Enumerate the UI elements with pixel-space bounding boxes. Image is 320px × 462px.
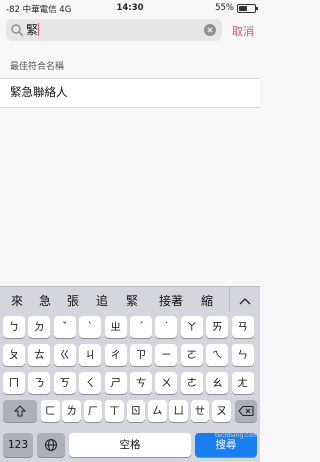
text-caret — [38, 23, 40, 36]
search-input[interactable]: 緊 — [6, 19, 222, 41]
keyboard-key[interactable]: ㄝ — [190, 400, 210, 422]
keyboard-key[interactable]: ㄙ — [148, 400, 167, 422]
backspace-key[interactable] — [235, 400, 257, 422]
keyboard-key[interactable]: ㄒ — [105, 400, 124, 422]
keyboard-key[interactable]: ㄍ — [53, 344, 76, 366]
keyboard-key[interactable]: ㄋ — [28, 372, 51, 394]
keyboard-key[interactable]: ㄗ — [130, 344, 152, 366]
keyboard-key[interactable]: ㄌ — [62, 400, 81, 422]
chevron-up-icon — [239, 297, 251, 304]
candidate-item[interactable]: 追 — [91, 292, 113, 309]
cancel-button[interactable]: 取消 — [232, 23, 254, 39]
keyboard-key[interactable]: ㄅ — [3, 316, 25, 338]
section-header: 最佳符合名稱 — [10, 62, 65, 72]
result-item[interactable]: 緊急聯絡人 — [0, 78, 260, 108]
candidate-bar: 來 急 張 追 緊 接著 縮 — [0, 286, 260, 313]
keyboard-key[interactable]: ㄊ — [28, 344, 51, 366]
keyboard-key[interactable]: ㄓ — [104, 316, 127, 338]
keyboard-key[interactable]: ㄧ — [155, 344, 178, 366]
space-key[interactable]: 空格 — [69, 433, 191, 457]
keyboard-key[interactable]: ㄟ — [206, 344, 229, 366]
zhuyin-keyboard: ㄅㄉ ˇ ˋ ㄓ ˊ ˙ ㄚㄞㄢㄆㄊㄍㄐㄔㄗㄧㄛㄟㄣㄇㄋㄎㄑㄕㄘㄨㄜㄠㄤㄈㄌㄏㄒㄖㄙㄩㄝㄡ … — [0, 312, 260, 462]
search-icon — [11, 24, 24, 37]
status-bar: -82 中華電信 4G 14:30 55% — [0, 0, 260, 16]
keyboard-key[interactable]: ㄨ — [155, 372, 178, 394]
keyboard-key[interactable]: ㄩ — [169, 400, 188, 422]
candidate-item[interactable]: 急 — [34, 292, 56, 309]
clear-icon[interactable] — [204, 24, 216, 36]
keyboard-key[interactable]: ㄆ — [3, 344, 25, 366]
keyboard-key[interactable]: ㄇ — [3, 372, 25, 394]
keyboard-key[interactable]: ㄚ — [180, 316, 203, 338]
keyboard-key[interactable]: ㄕ — [104, 372, 127, 394]
keyboard-key[interactable]: ㄤ — [231, 372, 254, 394]
keyboard-key[interactable]: ㄏ — [83, 400, 103, 422]
collapse-candidates-button[interactable] — [229, 287, 260, 313]
keyboard-key[interactable]: ㄉ — [28, 316, 51, 338]
keyboard-key[interactable]: ㄜ — [180, 372, 203, 394]
keyboard-key[interactable]: ㄎ — [53, 372, 76, 394]
search-query: 緊 — [26, 23, 39, 37]
shift-key[interactable] — [3, 400, 37, 422]
keyboard-key[interactable]: ㄈ — [41, 400, 60, 422]
keyboard-key[interactable]: ㄡ — [212, 400, 231, 422]
keyboard-key[interactable]: ˋ — [79, 316, 102, 338]
numbers-key[interactable]: 123 — [3, 433, 33, 457]
battery-percent: 55% — [215, 3, 234, 13]
keyboard-key[interactable]: ㄔ — [104, 344, 127, 366]
battery-icon — [237, 4, 258, 13]
keyboard-key[interactable]: ㄖ — [126, 400, 146, 422]
keyboard-key[interactable]: ㄢ — [231, 316, 254, 338]
candidate-item[interactable]: 張 — [62, 292, 84, 309]
shift-icon — [14, 405, 26, 417]
search-bar: 緊 取消 — [0, 16, 260, 44]
keyboard-key[interactable]: ㄠ — [206, 372, 229, 394]
keyboard-key[interactable]: ˇ — [53, 316, 76, 338]
globe-icon — [45, 439, 57, 451]
keyboard-key[interactable]: ㄑ — [79, 372, 102, 394]
candidate-item[interactable]: 縮 — [196, 292, 218, 309]
keyboard-key[interactable]: ˊ — [130, 316, 152, 338]
candidate-item[interactable]: 來 — [6, 292, 28, 309]
keyboard-key[interactable]: ㄞ — [206, 316, 229, 338]
watermark: techbang.com — [215, 432, 258, 439]
keyboard-key[interactable]: ㄐ — [79, 344, 102, 366]
keyboard-key[interactable]: ㄣ — [231, 344, 254, 366]
keyboard-key[interactable]: ˙ — [155, 316, 178, 338]
candidate-item[interactable]: 緊 — [121, 292, 143, 309]
search-results: 最佳符合名稱 緊急聯絡人 — [0, 56, 260, 108]
candidate-item[interactable]: 接著 — [154, 292, 188, 309]
keyboard-key[interactable]: ㄘ — [130, 372, 152, 394]
keyboard-key[interactable]: ㄛ — [180, 344, 203, 366]
backspace-icon — [238, 406, 254, 416]
language-key[interactable] — [37, 433, 65, 457]
